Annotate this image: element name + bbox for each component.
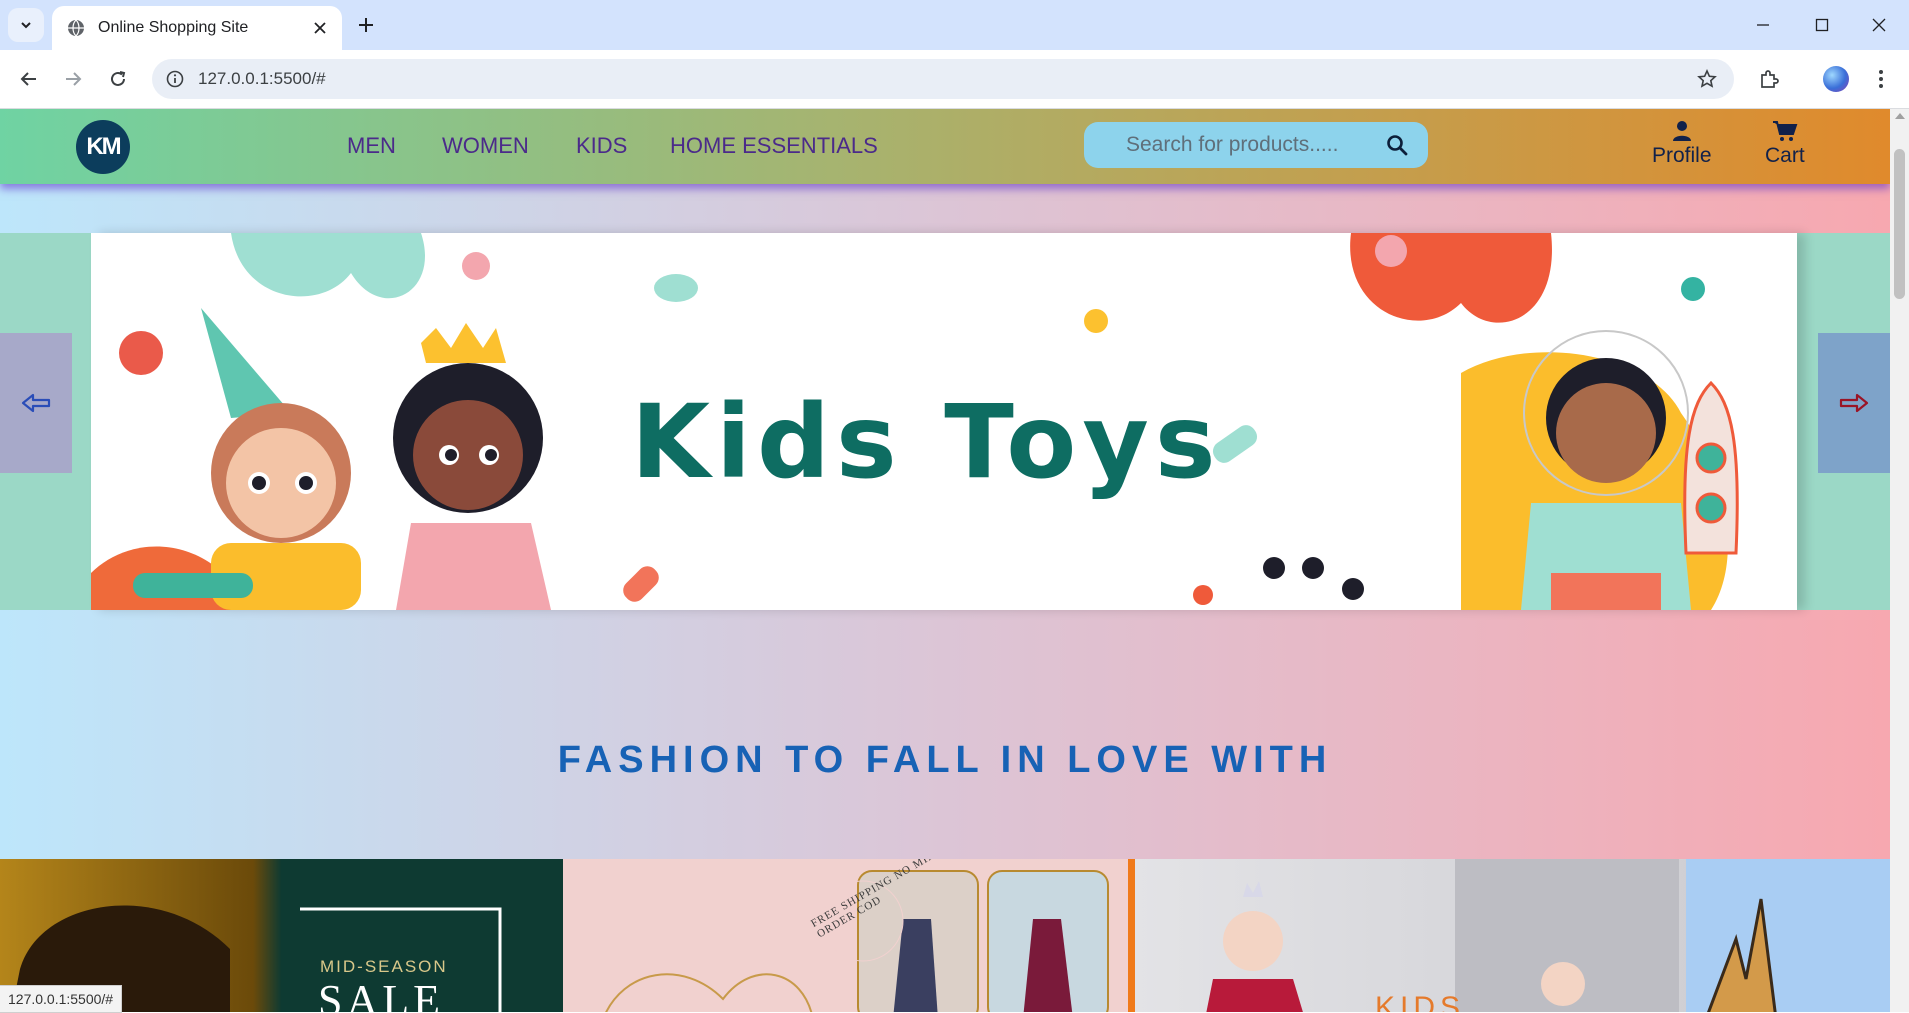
women-card-artwork — [605, 870, 1109, 1012]
profile-label: Profile — [1652, 144, 1712, 167]
reload-button[interactable] — [103, 64, 133, 94]
site-header: KM MEN WOMEN KIDS HOME ESSENTIALS Profil… — [0, 109, 1890, 184]
promo-card-kids[interactable]: KIDS — [1128, 859, 1700, 1012]
forward-arrow-icon — [66, 72, 82, 86]
url-text: 127.0.0.1:5500/# — [198, 69, 326, 88]
nav-link-home-essentials[interactable]: HOME ESSENTIALS — [670, 133, 878, 159]
bookmark-star-icon[interactable] — [1696, 68, 1718, 90]
globe-icon — [66, 18, 86, 38]
browser-tabstrip: Online Shopping Site — [0, 0, 1909, 50]
section-title: FASHION TO FALL IN LOVE WITH — [557, 739, 1333, 781]
kids-card-label: KIDS — [1375, 991, 1466, 1012]
maximize-button[interactable] — [1802, 10, 1842, 40]
nav-link-women[interactable]: WOMEN — [442, 133, 529, 159]
promo-card-home[interactable] — [1686, 859, 1890, 1012]
nav-link-kids[interactable]: KIDS — [576, 133, 627, 159]
carousel-prev-button[interactable] — [0, 333, 72, 473]
sale-label-top: MID-SEASON — [320, 957, 448, 976]
new-tab-button[interactable] — [352, 13, 380, 37]
close-icon — [1872, 18, 1886, 32]
carousel-slide-title: Kids Toys — [631, 383, 1222, 502]
profile-link[interactable]: Profile — [1652, 120, 1712, 168]
cart-link[interactable]: Cart — [1765, 120, 1805, 168]
kids-card-artwork — [1206, 859, 1679, 1012]
minimize-button[interactable] — [1743, 10, 1783, 40]
browser-tab-active[interactable]: Online Shopping Site — [52, 6, 342, 50]
minimize-icon — [1757, 24, 1769, 26]
page-viewport: KM MEN WOMEN KIDS HOME ESSENTIALS Profil… — [0, 109, 1890, 1012]
user-icon — [1672, 121, 1691, 141]
status-url-bubble: 127.0.0.1:5500/# — [0, 985, 123, 1013]
browser-menu-button[interactable] — [1866, 64, 1896, 94]
search-icon[interactable] — [1386, 134, 1408, 156]
right-arrow-icon — [1839, 393, 1869, 413]
puzzle-icon — [1761, 70, 1779, 88]
maximize-icon — [1815, 18, 1829, 32]
reload-icon — [111, 71, 126, 86]
sale-label-big: SALE — [318, 976, 444, 1012]
more-vert-icon — [1879, 70, 1883, 88]
address-bar[interactable]: 127.0.0.1:5500/# — [152, 59, 1734, 99]
site-logo[interactable]: KM — [76, 120, 130, 174]
close-window-button[interactable] — [1859, 10, 1899, 40]
plus-icon — [359, 18, 373, 32]
extensions-button[interactable] — [1754, 64, 1784, 94]
cart-label: Cart — [1765, 144, 1805, 167]
left-arrow-icon — [21, 393, 51, 413]
site-info-icon[interactable] — [164, 68, 186, 90]
scroll-up-arrow-icon[interactable] — [1895, 113, 1905, 119]
home-card-artwork — [1707, 898, 1777, 1012]
close-tab-icon[interactable] — [310, 18, 330, 38]
tab-title: Online Shopping Site — [98, 19, 249, 36]
scrollbar-thumb[interactable] — [1894, 149, 1905, 299]
site-search-box — [1084, 122, 1428, 168]
promo-card-women[interactable]: FREE SHIPPING NO MIN ORDER COD — [563, 859, 1128, 1012]
tab-search-button[interactable] — [8, 8, 44, 42]
back-arrow-icon — [20, 72, 36, 86]
nav-link-men[interactable]: MEN — [347, 133, 396, 159]
page-scrollbar[interactable] — [1890, 109, 1909, 1012]
profile-avatar[interactable] — [1823, 66, 1849, 92]
carousel-slide: Kids Toys — [91, 233, 1797, 610]
carousel-next-button[interactable] — [1818, 333, 1890, 473]
browser-toolbar: 127.0.0.1:5500/# — [0, 50, 1909, 109]
chevron-down-icon — [21, 22, 31, 29]
promo-row: MID-SEASON SALE FREE SHIPPING NO MIN ORD… — [0, 859, 1890, 1012]
site-search-input[interactable] — [1124, 132, 1368, 158]
back-button[interactable] — [14, 64, 44, 94]
cart-icon — [1772, 121, 1798, 141]
hero-carousel: Kids Toys — [0, 233, 1890, 610]
forward-button[interactable] — [58, 64, 88, 94]
